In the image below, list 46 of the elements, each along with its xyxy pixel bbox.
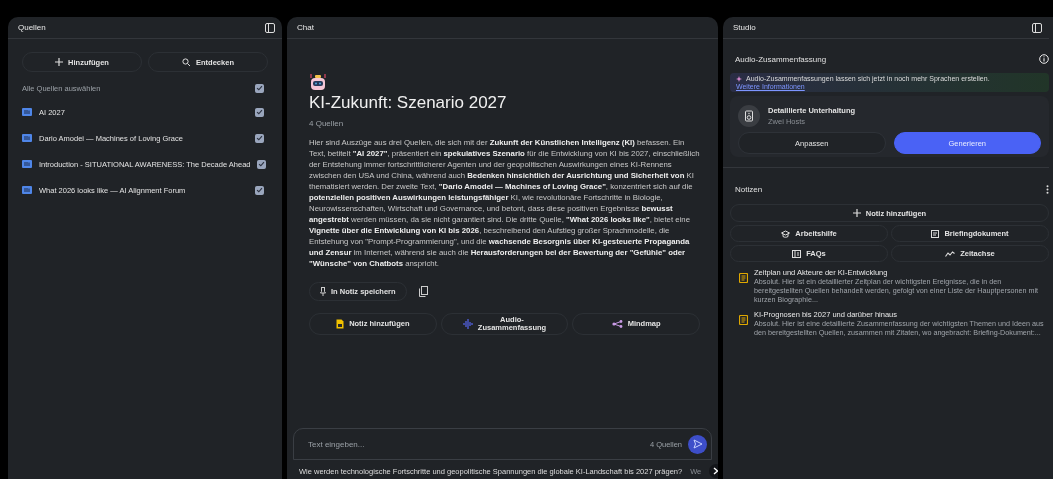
panel-title: Studio	[733, 23, 756, 32]
document-icon	[22, 108, 32, 116]
checkbox[interactable]	[255, 133, 264, 143]
robot-icon	[309, 73, 327, 91]
more-options-icon	[1046, 184, 1049, 194]
trend-line-icon	[945, 250, 956, 257]
speaker-icon	[738, 105, 760, 127]
send-button[interactable]	[688, 434, 707, 454]
checkmark-icon	[258, 160, 266, 168]
section-title: Audio-Zusammenfassung	[735, 54, 827, 64]
search-icon	[182, 58, 192, 66]
checkmark-icon	[256, 108, 263, 116]
plus-icon	[55, 58, 64, 66]
checkbox[interactable]	[257, 159, 267, 169]
checkbox[interactable]	[255, 107, 264, 117]
panel-toggle-icon	[1032, 22, 1042, 33]
question-list-icon	[792, 249, 802, 258]
document-icon	[22, 160, 32, 168]
send-icon	[692, 439, 703, 449]
graduation-cap-icon	[781, 229, 791, 238]
panel-toggle-icon	[265, 22, 275, 33]
panel-title: Chat	[297, 23, 314, 32]
document-icon	[336, 319, 345, 329]
document-icon	[22, 186, 32, 194]
info-icon	[1039, 54, 1049, 64]
copy-icon	[419, 286, 429, 297]
checkbox[interactable]	[255, 83, 264, 93]
copy-button[interactable]	[417, 285, 430, 298]
document-icon	[22, 134, 32, 142]
chevron-right-icon	[713, 467, 718, 475]
notebook-title: KI-Zukunft: Szenario 2027	[309, 93, 507, 113]
checkbox[interactable]	[255, 185, 264, 195]
sparkle-icon	[736, 75, 742, 82]
note-icon	[739, 273, 748, 283]
pin-icon	[320, 287, 326, 296]
note-icon	[739, 315, 748, 325]
chat-input-field[interactable]: Text eingeben...	[306, 438, 650, 450]
document-icon	[931, 229, 940, 238]
plus-icon	[852, 209, 861, 217]
source-count: 4 Quellen	[309, 119, 344, 128]
checkmark-icon	[256, 186, 263, 194]
panel-title: Quellen	[18, 23, 46, 32]
section-title: Notizen	[735, 184, 763, 194]
mindmap-icon	[611, 320, 623, 328]
checkmark-icon	[256, 134, 263, 142]
checkmark-icon	[256, 84, 263, 92]
